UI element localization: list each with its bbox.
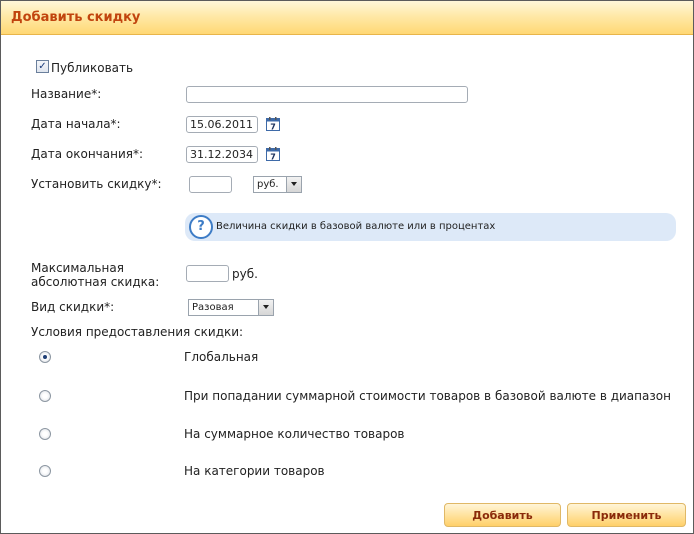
conditions-label: Условия предоставления скидки: bbox=[31, 325, 244, 339]
publish-checkbox[interactable]: ✓ bbox=[36, 60, 49, 73]
publish-label: Публиковать bbox=[51, 61, 134, 75]
max-discount-input[interactable] bbox=[186, 265, 229, 282]
name-input[interactable] bbox=[186, 86, 468, 103]
currency-select[interactable]: руб. bbox=[253, 176, 302, 193]
apply-button[interactable]: Применить bbox=[567, 503, 686, 527]
discount-type-label: Вид скидки*: bbox=[31, 300, 115, 314]
end-date-input[interactable] bbox=[186, 146, 258, 163]
condition-label-price-range: При попадании суммарной стоимости товаро… bbox=[184, 389, 671, 403]
currency-select-value: руб. bbox=[257, 179, 279, 190]
max-discount-unit: руб. bbox=[232, 267, 258, 281]
checkmark-icon: ✓ bbox=[38, 61, 47, 72]
condition-radio-quantity[interactable] bbox=[39, 428, 51, 440]
condition-label-global: Глобальная bbox=[184, 350, 259, 364]
name-label: Название*: bbox=[31, 87, 102, 101]
discount-label: Установить скидку*: bbox=[31, 177, 162, 191]
svg-text:7: 7 bbox=[270, 153, 276, 162]
add-button[interactable]: Добавить bbox=[444, 503, 561, 527]
start-date-input[interactable] bbox=[186, 116, 258, 133]
end-date-label: Дата окончания*: bbox=[31, 147, 144, 161]
dialog-title: Добавить скидку bbox=[11, 10, 141, 25]
max-discount-label-line2: абсолютная скидка: bbox=[31, 275, 160, 289]
chevron-down-icon bbox=[286, 177, 301, 192]
discount-input[interactable] bbox=[189, 176, 232, 193]
svg-text:7: 7 bbox=[270, 123, 276, 132]
discount-dialog: Добавить скидку ✓ Публиковать Название*:… bbox=[0, 0, 694, 534]
calendar-icon[interactable]: 7 bbox=[266, 147, 280, 161]
condition-radio-categories[interactable] bbox=[39, 465, 51, 477]
chevron-down-icon bbox=[258, 300, 273, 315]
condition-radio-price-range[interactable] bbox=[39, 390, 51, 402]
calendar-icon[interactable]: 7 bbox=[266, 117, 280, 131]
question-icon: ? bbox=[189, 215, 213, 239]
discount-type-value: Разовая bbox=[192, 302, 234, 313]
hint-box: ? Величина скидки в базовой валюте или в… bbox=[185, 213, 676, 241]
condition-radio-global[interactable] bbox=[39, 351, 51, 363]
start-date-label: Дата начала*: bbox=[31, 117, 121, 131]
hint-text: Величина скидки в базовой валюте или в п… bbox=[216, 221, 496, 232]
condition-label-categories: На категории товаров bbox=[184, 464, 325, 478]
dialog-titlebar: Добавить скидку bbox=[1, 1, 693, 35]
condition-label-quantity: На суммарное количество товаров bbox=[184, 427, 405, 441]
max-discount-label-line1: Максимальная bbox=[31, 261, 124, 275]
discount-type-select[interactable]: Разовая bbox=[188, 299, 274, 316]
